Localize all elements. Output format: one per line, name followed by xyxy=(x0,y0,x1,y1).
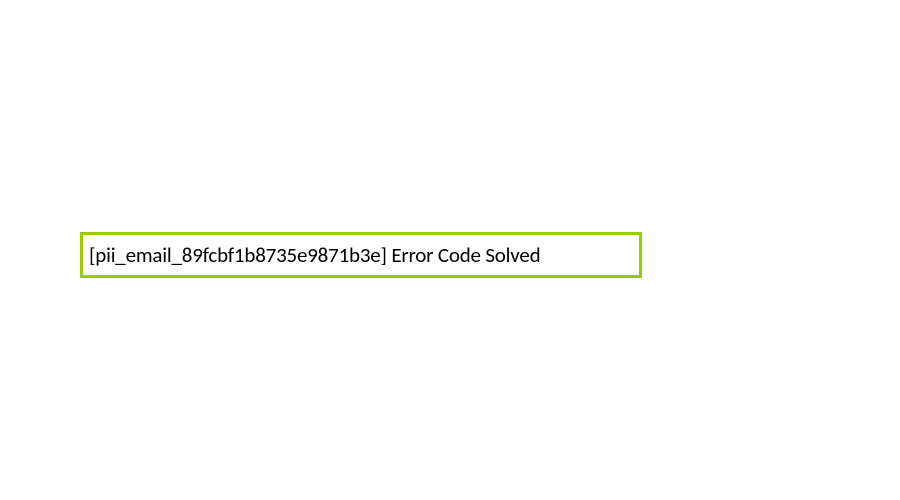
error-code-text: [pii_email_89fcbf1b8735e9871b3e] Error C… xyxy=(89,242,540,268)
error-code-box: [pii_email_89fcbf1b8735e9871b3e] Error C… xyxy=(80,232,642,278)
